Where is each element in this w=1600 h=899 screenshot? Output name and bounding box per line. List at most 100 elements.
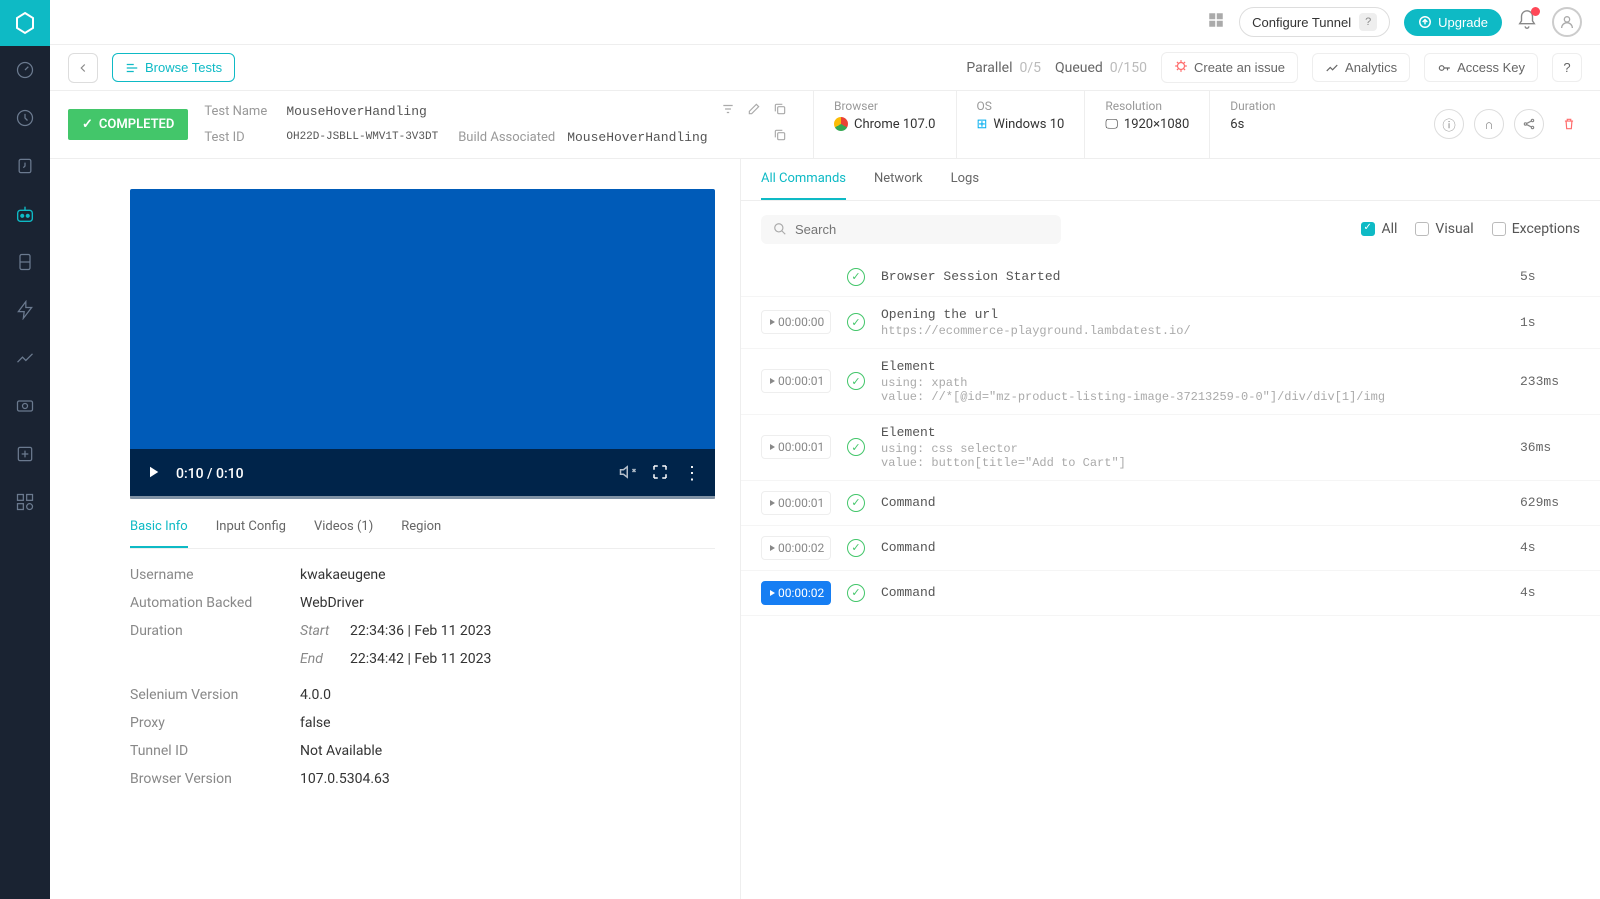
env-duration: Duration 6s [1209, 91, 1295, 158]
headset-button[interactable]: ∩ [1474, 109, 1504, 139]
info-button[interactable]: ⓘ [1434, 109, 1464, 139]
nav-mobile[interactable] [0, 238, 50, 286]
info-tabs: Basic Info Input Config Videos (1) Regio… [130, 507, 715, 549]
tab-input-config[interactable]: Input Config [216, 507, 286, 548]
success-icon: ✓ [847, 584, 865, 602]
nav-performance[interactable] [0, 286, 50, 334]
copy-id-icon[interactable] [773, 128, 787, 146]
nav-analytics[interactable] [0, 334, 50, 382]
video-menu-icon[interactable]: ⋮ [683, 463, 701, 484]
test-name-value: MouseHoverHandling [286, 104, 426, 119]
command-row[interactable]: 00:00:00✓Opening the urlhttps://ecommerc… [741, 297, 1600, 349]
test-name-label: Test Name [204, 104, 274, 119]
bug-icon [1174, 59, 1188, 76]
nav-automation[interactable] [0, 190, 50, 238]
logo[interactable] [0, 0, 50, 46]
command-text: Command [881, 585, 1504, 600]
browse-label: Browse Tests [145, 60, 222, 75]
filter-all[interactable]: All [1361, 221, 1397, 237]
test-id-label: Test ID [204, 130, 274, 145]
success-icon: ✓ [847, 494, 865, 512]
build-assoc-label: Build Associated [458, 130, 555, 145]
filter-icon[interactable] [721, 102, 735, 120]
windows-icon: ⊞ [977, 117, 988, 132]
monitor-icon: 🖵 [1105, 117, 1118, 132]
test-id-value: OH22D-JSBLL-WMV1T-3V3DT [286, 131, 438, 143]
grid-icon[interactable] [1207, 11, 1225, 33]
delete-button[interactable] [1554, 109, 1584, 139]
back-button[interactable] [68, 53, 98, 83]
command-text: Browser Session Started [881, 269, 1504, 284]
command-search[interactable] [761, 215, 1061, 244]
share-button[interactable] [1514, 109, 1544, 139]
timestamp-chip[interactable]: 00:00:01 [761, 435, 831, 459]
filter-visual[interactable]: Visual [1415, 221, 1473, 237]
timestamp-chip[interactable]: 00:00:02 [761, 581, 831, 605]
command-duration: 36ms [1520, 440, 1580, 455]
create-issue-button[interactable]: Create an issue [1161, 52, 1298, 83]
upgrade-button[interactable]: Upgrade [1404, 9, 1502, 36]
tab-videos[interactable]: Videos (1) [314, 507, 373, 548]
video-player[interactable]: 0:10 / 0:10 ⋮ [130, 189, 715, 499]
command-row[interactable]: ✓ Browser Session Started 5s [741, 258, 1600, 297]
play-icon[interactable] [144, 463, 162, 485]
tab-all-commands[interactable]: All Commands [761, 159, 846, 200]
command-row[interactable]: 00:00:01✓Command629ms [741, 481, 1600, 526]
timestamp-chip[interactable] [761, 273, 831, 281]
analytics-label: Analytics [1345, 60, 1397, 75]
env-resolution: Resolution 🖵1920×1080 [1084, 91, 1209, 158]
success-icon: ✓ [847, 313, 865, 331]
command-duration: 5s [1520, 269, 1580, 284]
sidebar-nav [0, 0, 50, 899]
timestamp-chip[interactable]: 00:00:00 [761, 310, 831, 334]
analytics-button[interactable]: Analytics [1312, 53, 1410, 82]
command-list: ✓Browser Session Started5s 00:00:00✓Open… [741, 258, 1600, 899]
command-row[interactable]: 00:00:01✓Elementusing: css selector valu… [741, 415, 1600, 481]
create-issue-label: Create an issue [1194, 60, 1285, 75]
timestamp-chip[interactable]: 00:00:01 [761, 369, 831, 393]
nav-dashboard[interactable] [0, 46, 50, 94]
notification-badge [1531, 7, 1540, 16]
notifications-icon[interactable] [1516, 9, 1538, 35]
command-duration: 233ms [1520, 374, 1580, 389]
browse-tests-button[interactable]: Browse Tests [112, 53, 235, 82]
nav-history[interactable] [0, 94, 50, 142]
left-pane: 0:10 / 0:10 ⋮ Basic Info Input Config Vi… [50, 159, 740, 899]
parallel-info: Parallel 0/5 [966, 60, 1041, 76]
tab-region[interactable]: Region [401, 507, 441, 548]
status-badge: ✓ COMPLETED [68, 109, 188, 140]
build-assoc-value: MouseHoverHandling [567, 130, 707, 145]
queued-info: Queued 0/150 [1055, 60, 1147, 76]
mute-icon[interactable] [619, 463, 637, 485]
video-progress-bar[interactable] [130, 496, 715, 499]
nav-add[interactable] [0, 430, 50, 478]
configure-tunnel-button[interactable]: Configure Tunnel? [1239, 7, 1390, 37]
filter-exceptions[interactable]: Exceptions [1492, 221, 1580, 237]
success-icon: ✓ [847, 268, 865, 286]
access-key-button[interactable]: Access Key [1424, 53, 1538, 82]
copy-icon[interactable] [773, 102, 787, 120]
topbar: Configure Tunnel? Upgrade [50, 0, 1600, 45]
tab-basic-info[interactable]: Basic Info [130, 507, 188, 548]
help-button[interactable]: ? [1552, 53, 1582, 82]
fullscreen-icon[interactable] [651, 463, 669, 485]
command-row[interactable]: 00:00:01✓Elementusing: xpath value: //*[… [741, 349, 1600, 415]
user-avatar[interactable] [1552, 7, 1582, 37]
command-text: Elementusing: xpath value: //*[@id="mz-p… [881, 359, 1504, 404]
timestamp-chip[interactable]: 00:00:02 [761, 536, 831, 560]
env-browser: Browser Chrome 107.0 [813, 91, 956, 158]
env-os: OS ⊞Windows 10 [956, 91, 1085, 158]
command-row[interactable]: 00:00:02✓Command4s [741, 571, 1600, 616]
command-row[interactable]: 00:00:02✓Command4s [741, 526, 1600, 571]
tunnel-label: Configure Tunnel [1252, 15, 1351, 30]
timestamp-chip[interactable]: 00:00:01 [761, 491, 831, 515]
tab-logs[interactable]: Logs [951, 159, 979, 200]
nav-screenshot[interactable] [0, 382, 50, 430]
tab-network[interactable]: Network [874, 159, 923, 200]
command-tabs: All Commands Network Logs [741, 159, 1600, 201]
video-time: 0:10 / 0:10 [176, 466, 244, 482]
edit-icon[interactable] [747, 102, 761, 120]
nav-integrations[interactable] [0, 478, 50, 526]
search-input[interactable] [795, 222, 1049, 237]
nav-realtime[interactable] [0, 142, 50, 190]
